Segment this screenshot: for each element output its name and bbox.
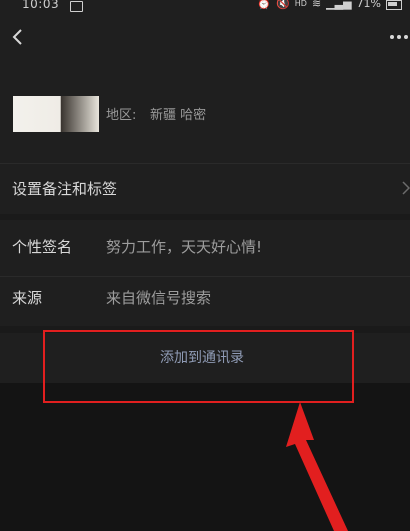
avatar[interactable] <box>13 96 99 132</box>
signal-icon: ▁▃▅ <box>326 0 352 10</box>
empty-bottom-area <box>0 383 410 531</box>
network-type-label: HD <box>294 0 307 8</box>
region-label: 地区: <box>106 108 137 123</box>
signature-label: 个性签名 <box>12 238 73 256</box>
photo-notification-icon <box>70 1 83 12</box>
info-section: 个性签名 努力工作，天天好心情! 来源 来自微信号搜索 <box>0 220 410 326</box>
status-indicators: ⏰ 🔇 HD ≋ ▁▃▅ 71% <box>257 0 402 10</box>
status-time: 10:03 <box>22 0 60 11</box>
region-value: 新疆 哈密 <box>150 108 207 123</box>
add-to-contacts-label: 添加到通讯录 <box>160 350 244 366</box>
add-contact-section: 添加到通讯录 <box>0 333 410 383</box>
back-arrow-icon[interactable] <box>8 24 30 50</box>
profile-header: 地区: 新疆 哈密 <box>0 60 410 163</box>
set-remark-tags-row[interactable]: 设置备注和标签 <box>0 163 410 214</box>
source-value: 来自微信号搜索 <box>106 289 212 307</box>
signature-row: 个性签名 努力工作，天天好心情! <box>0 224 410 274</box>
chevron-right-icon <box>402 181 410 195</box>
battery-icon <box>386 0 402 10</box>
status-bar: 10:03 ⏰ 🔇 HD ≋ ▁▃▅ 71% <box>0 0 410 14</box>
battery-percent: 71% <box>356 0 381 10</box>
source-row: 来源 来自微信号搜索 <box>0 276 410 327</box>
alarm-icon: ⏰ <box>257 0 272 10</box>
more-options-icon[interactable] <box>388 32 410 42</box>
wifi-icon: ≋ <box>311 0 322 10</box>
mute-icon: 🔇 <box>276 0 290 10</box>
source-label: 来源 <box>12 289 43 307</box>
signature-value: 努力工作，天天好心情! <box>106 238 263 256</box>
nav-bar <box>0 14 410 60</box>
add-to-contacts-button[interactable]: 添加到通讯录 <box>0 333 410 383</box>
set-remark-tags-label: 设置备注和标签 <box>12 180 118 198</box>
